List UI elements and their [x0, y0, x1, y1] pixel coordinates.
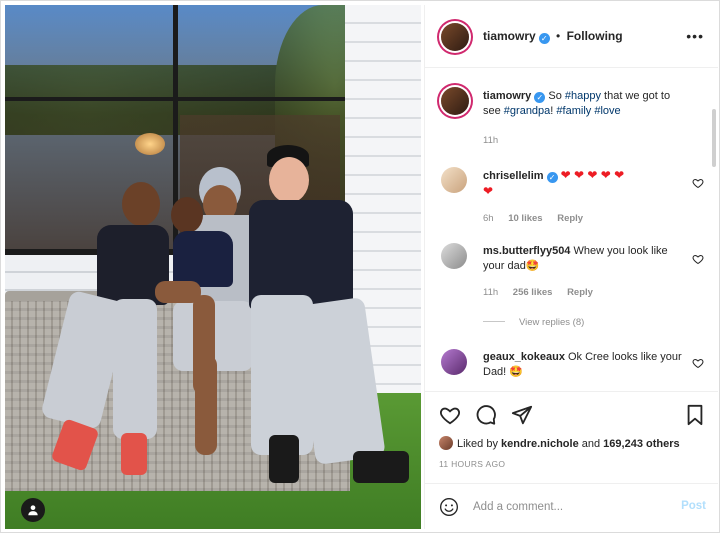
caption-username[interactable]: tiamowry [483, 90, 531, 102]
comment-emoji: 🤩 [509, 366, 524, 378]
commenter-avatar[interactable] [441, 167, 467, 193]
photo-window-rail [5, 97, 380, 101]
post-side-panel: tiamowry ✓ • Following ••• tiamowry ✓ So #… [424, 5, 718, 529]
header-title-row: tiamowry ✓ • Following [483, 29, 623, 44]
comment-composer: Post [425, 483, 718, 529]
comment-text: chrisellelim ✓ ❤ ❤ ❤ ❤ ❤ ❤ [483, 168, 683, 200]
hashtag-link[interactable]: #happy [565, 90, 601, 102]
comment-emoji: 🤩 [525, 260, 540, 272]
comment-age: 11h [483, 287, 499, 298]
share-icon[interactable] [511, 404, 533, 426]
comments-scrollbar[interactable] [712, 109, 716, 167]
comment-username[interactable]: geaux_kokeaux [483, 351, 565, 363]
comment-text: geaux_kokeaux Ok Cree looks like your Da… [483, 350, 683, 380]
comment-item: geaux_kokeaux Ok Cree looks like your Da… [439, 347, 704, 391]
caption-age: 11h [483, 135, 499, 146]
user-tag-icon[interactable] [21, 498, 45, 522]
comment-item: chrisellelim ✓ ❤ ❤ ❤ ❤ ❤ ❤ 6h 10 likes Re… [439, 165, 704, 225]
more-options-icon[interactable]: ••• [686, 29, 704, 43]
commenter-avatar[interactable] [441, 349, 467, 375]
hashtag-link[interactable]: #grandpa [504, 105, 551, 117]
view-replies-button[interactable]: View replies (8) [483, 317, 584, 328]
author-avatar[interactable] [441, 23, 469, 51]
author-username[interactable]: tiamowry [483, 29, 536, 43]
post-actions: Liked by kendre.nichole and 169,243 othe… [425, 391, 718, 481]
instagram-post-window: tiamowry ✓ • Following ••• tiamowry ✓ So #… [0, 0, 720, 533]
liker-username[interactable]: kendre.nichole [501, 438, 579, 450]
caption-meta: 11h [483, 135, 510, 146]
post-photo[interactable] [5, 5, 421, 529]
heart-icon[interactable] [692, 357, 704, 369]
caption-row: tiamowry ✓ So #happy that we got to see #… [439, 85, 704, 146]
heart-icon[interactable] [692, 253, 704, 265]
comment-icon[interactable] [475, 404, 497, 426]
comment-age: 6h [483, 213, 494, 224]
verified-icon: ✓ [546, 172, 558, 183]
comment-text: ms.butterflyy504 Whew you look like your… [483, 244, 683, 274]
liker-avatar[interactable] [439, 436, 453, 450]
following-button[interactable]: Following [567, 29, 623, 43]
comment-likes[interactable]: 256 likes [513, 287, 553, 298]
comments-list[interactable]: tiamowry ✓ So #happy that we got to see #… [425, 69, 718, 391]
reply-button[interactable]: Reply [567, 287, 593, 298]
hashtag-link[interactable]: #family [556, 105, 591, 117]
post-comment-button[interactable]: Post [681, 500, 706, 512]
photo-lamp [135, 133, 165, 155]
verified-icon: ✓ [538, 33, 550, 44]
comment-hearts-line2: ❤ [483, 184, 494, 198]
likes-summary: Liked by kendre.nichole and 169,243 othe… [439, 436, 680, 450]
comment-username[interactable]: chrisellelim [483, 170, 544, 182]
likes-count-link[interactable]: 169,243 others [603, 438, 679, 450]
caption-avatar[interactable] [441, 87, 469, 115]
commenter-avatar[interactable] [441, 243, 467, 269]
comment-input[interactable] [473, 497, 663, 517]
comment-meta: 6h 10 likes Reply [483, 213, 595, 224]
verified-icon: ✓ [534, 92, 546, 103]
comment-meta: 11h 256 likes Reply [483, 287, 605, 298]
caption-text: tiamowry ✓ So #happy that we got to see #… [483, 89, 683, 119]
post-header: tiamowry ✓ • Following ••• [425, 5, 718, 68]
heart-icon[interactable] [439, 404, 461, 426]
post-timestamp[interactable]: 11 HOURS AGO [439, 459, 505, 469]
hashtag-link[interactable]: #love [594, 105, 620, 117]
comment-hearts: ❤ ❤ ❤ ❤ ❤ [560, 168, 625, 182]
comment-item: ms.butterflyy504 Whew you look like your… [439, 241, 704, 331]
heart-icon[interactable] [692, 177, 704, 189]
comment-likes[interactable]: 10 likes [508, 213, 542, 224]
bookmark-icon[interactable] [684, 404, 706, 426]
emoji-icon[interactable] [439, 497, 459, 517]
reply-button[interactable]: Reply [557, 213, 583, 224]
follow-separator: • [556, 29, 561, 43]
comment-username[interactable]: ms.butterflyy504 [483, 245, 570, 257]
